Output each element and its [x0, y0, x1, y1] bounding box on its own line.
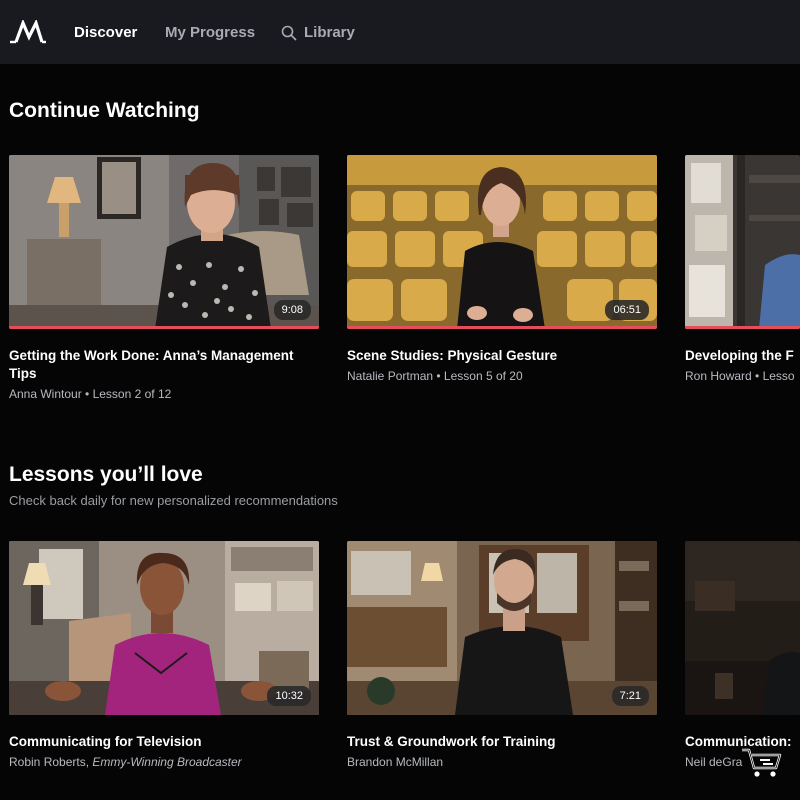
card-meta: Ron Howard • Lesso: [685, 369, 795, 383]
watch-progress-fill: [9, 326, 319, 329]
card-title[interactable]: Developing the F: [685, 347, 800, 365]
duration-badge: 06:51: [605, 300, 649, 320]
lesson-card-neil-degrasse[interactable]: Communication: Neil deGra: [685, 541, 800, 770]
watch-progress-bar: [347, 326, 657, 329]
nav-my-progress[interactable]: My Progress: [165, 24, 255, 42]
lesson-card-brandon-mcmillan[interactable]: 7:21 Trust & Groundwork for Training Bra…: [347, 541, 657, 770]
video-thumbnail[interactable]: 06:51: [347, 155, 657, 329]
continue-card-anna-wintour[interactable]: 9:08 Getting the Work Done: Anna’s Manag…: [9, 155, 319, 402]
card-meta: Robin Roberts, Emmy-Winning Broadcaster: [9, 755, 242, 769]
card-meta: Brandon McMillan: [347, 755, 444, 769]
duration-badge: 7:21: [611, 686, 649, 706]
duration-badge: 9:08: [273, 300, 311, 320]
card-meta: Anna Wintour • Lesson 2 of 12: [9, 387, 172, 401]
shopping-cart-icon[interactable]: [740, 744, 784, 780]
card-title[interactable]: Communicating for Television: [9, 733, 319, 751]
watch-progress-fill: [347, 326, 657, 329]
video-thumbnail[interactable]: [685, 155, 800, 329]
watch-progress-bar: [9, 326, 319, 329]
nav-library[interactable]: Library: [281, 24, 355, 42]
video-thumbnail[interactable]: 7:21: [347, 541, 657, 715]
anna-wintour-thumbnail-image: [9, 155, 319, 329]
brandon-mcmillan-thumbnail-image: [347, 541, 657, 715]
duration-badge: 10:32: [267, 686, 311, 706]
top-nav: Discover My Progress Library: [0, 0, 800, 64]
masterclass-logo-icon[interactable]: [9, 20, 47, 44]
watch-progress-bar: [685, 326, 800, 329]
lesson-card-robin-roberts[interactable]: 10:32 Communicating for Television Robin…: [9, 541, 319, 770]
watch-progress-fill: [685, 326, 800, 329]
continue-card-natalie-portman[interactable]: 06:51 Scene Studies: Physical Gesture Na…: [347, 155, 657, 384]
card-title[interactable]: Scene Studies: Physical Gesture: [347, 347, 657, 365]
card-meta: Natalie Portman • Lesson 5 of 20: [347, 369, 523, 383]
continue-watching-title: Continue Watching: [9, 99, 200, 122]
video-thumbnail[interactable]: 10:32: [9, 541, 319, 715]
card-title[interactable]: Getting the Work Done: Anna’s Management…: [9, 347, 319, 383]
video-thumbnail[interactable]: [685, 541, 800, 715]
search-icon: [281, 25, 297, 41]
continue-card-ron-howard[interactable]: Developing the F Ron Howard • Lesso: [685, 155, 800, 384]
lessons-section-subtitle: Check back daily for new personalized re…: [9, 493, 338, 508]
lessons-section-title: Lessons you’ll love: [9, 463, 203, 486]
card-title[interactable]: Trust & Groundwork for Training: [347, 733, 657, 751]
ron-howard-thumbnail-image: [685, 155, 800, 329]
video-thumbnail[interactable]: 9:08: [9, 155, 319, 329]
nav-discover[interactable]: Discover: [74, 24, 137, 42]
neil-degrasse-thumbnail-image: [685, 541, 800, 715]
